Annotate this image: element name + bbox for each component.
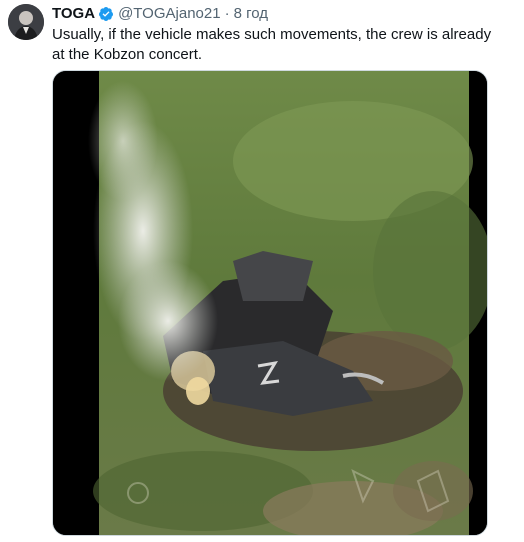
tweet-timestamp[interactable]: 8 год: [234, 5, 268, 23]
video-frame: [88, 71, 487, 535]
tweet-text: Usually, if the vehicle makes such movem…: [52, 26, 492, 63]
tweet-header: TOGA @TOGAjano21 · 8 год: [52, 5, 268, 23]
video-media[interactable]: [52, 70, 488, 536]
avatar[interactable]: [8, 4, 44, 40]
author-handle[interactable]: @TOGAjano21: [118, 5, 221, 23]
verified-badge-icon: [98, 6, 114, 22]
tweet[interactable]: TOGA @TOGAjano21 · 8 год Usually, if the…: [0, 0, 524, 542]
author-name[interactable]: TOGA: [52, 5, 95, 23]
header-separator: ·: [224, 5, 230, 22]
